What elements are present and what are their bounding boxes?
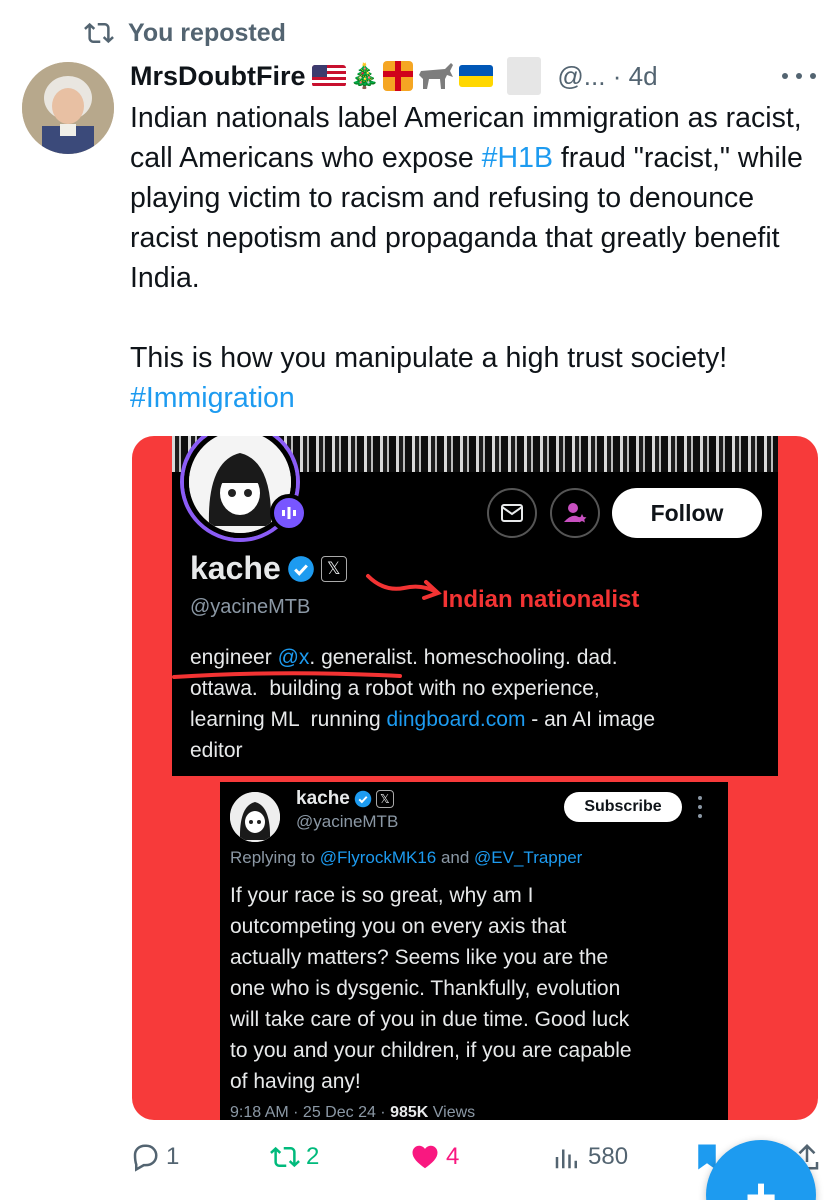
reply-action[interactable]: 1: [130, 1142, 179, 1172]
hashtag-immigration[interactable]: #Immigration: [130, 382, 295, 414]
reply-count: 1: [166, 1143, 180, 1170]
reply-more-icon: [698, 796, 704, 818]
replying-user1: @FlyrockMK16: [319, 848, 437, 867]
repost-icon: [84, 22, 114, 44]
repost-indicator: You reposted: [84, 16, 286, 50]
person-star-icon: [564, 503, 587, 523]
bio-link: dingboard.com: [386, 708, 526, 731]
bio-part1: engineer: [190, 646, 278, 669]
spaces-badge-icon: [270, 494, 308, 532]
view-count: 580: [588, 1143, 629, 1170]
like-count: 4: [446, 1143, 460, 1170]
annotation-label: Indian nationalist: [442, 586, 640, 613]
reply-time: 9:18 AM · 25 Dec 24 ·: [230, 1104, 391, 1120]
author-handle-time: @... · 4d: [557, 61, 657, 92]
annotation-underline: [172, 671, 402, 679]
more-options-icon[interactable]: [782, 66, 816, 86]
reply-avatar: [230, 792, 280, 842]
views-chart-icon: [555, 1149, 577, 1169]
reply-text: If your race is so great, why am I outco…: [230, 884, 632, 1093]
reply-name: kache: [296, 788, 350, 809]
separator: ·: [612, 60, 622, 91]
verified-badge-icon: [287, 555, 314, 582]
reply-views-label: Views: [428, 1104, 476, 1120]
profile-handle: @yacineMTB: [190, 596, 311, 618]
tweet-time: 4d: [628, 60, 658, 91]
follow-button: Follow: [612, 488, 762, 538]
profile-name: kache: [190, 550, 281, 586]
tweet-media-image[interactable]: Follow kache 𝕏 @yacineMTB Indian nationa…: [132, 436, 818, 1120]
reply-screenshot: kache 𝕏 @yacineMTB Subscribe Replying to…: [220, 782, 728, 1120]
christmas-tree-icon: 🎄: [349, 62, 380, 90]
placeholder-icon: [507, 57, 542, 95]
tweet-header: MrsDoubtFire 🎄 @... · 4d: [130, 56, 830, 96]
repost-count: 2: [306, 1143, 320, 1170]
repost-label: You reposted: [128, 18, 286, 47]
donkey-icon: [419, 63, 454, 89]
tweet-text-part2: fraud "racist," while playing victim to …: [130, 142, 803, 374]
repost-action[interactable]: 2: [270, 1142, 319, 1172]
author-avatar[interactable]: [22, 62, 114, 154]
tweet-text: Indian nationals label American immigrat…: [130, 98, 820, 418]
annotation-arrow-icon: [366, 574, 442, 600]
author-name[interactable]: MrsDoubtFire: [130, 61, 306, 92]
reply-handle: @yacineMTB: [296, 812, 399, 831]
heart-icon: [412, 1145, 438, 1169]
bio-mention: @x: [277, 646, 310, 669]
hashtag-h1b[interactable]: #H1B: [482, 142, 553, 174]
replying-prefix: Replying to: [230, 848, 320, 867]
author-emojis: 🎄: [311, 57, 542, 95]
profile-name-row: kache 𝕏: [190, 550, 347, 587]
us-flag-icon: [311, 65, 346, 87]
like-action[interactable]: 4: [410, 1142, 459, 1172]
reply-name-row: kache 𝕏: [296, 788, 394, 810]
reply-icon: [133, 1144, 158, 1172]
reply-verified-icon: [354, 790, 372, 808]
profile-screenshot: Follow kache 𝕏 @yacineMTB Indian nationa…: [172, 436, 778, 776]
gift-icon: [383, 61, 414, 91]
reply-meta: 9:18 AM · 25 Dec 24 · 985K Views: [230, 1104, 475, 1120]
subscribe-button: Subscribe: [564, 792, 682, 822]
x-affiliation-icon: 𝕏: [320, 555, 347, 582]
subscribe-profile-button: [550, 488, 600, 538]
replying-user2: @EV_Trapper: [474, 848, 583, 867]
message-button: [487, 488, 537, 538]
reply-views: 985K: [390, 1104, 429, 1120]
author-handle: @...: [557, 60, 606, 91]
ukraine-flag-icon: [459, 65, 494, 87]
views-action[interactable]: 580: [552, 1142, 628, 1172]
repost-action-icon: [270, 1146, 300, 1168]
replying-and: and: [436, 848, 475, 867]
profile-bio: engineer @x. generalist. homeschooling. …: [190, 642, 770, 766]
reply-x-icon: 𝕏: [375, 790, 394, 808]
replying-to: Replying to @FlyrockMK16 and @EV_Trapper: [230, 848, 582, 868]
envelope-icon: [501, 504, 523, 522]
